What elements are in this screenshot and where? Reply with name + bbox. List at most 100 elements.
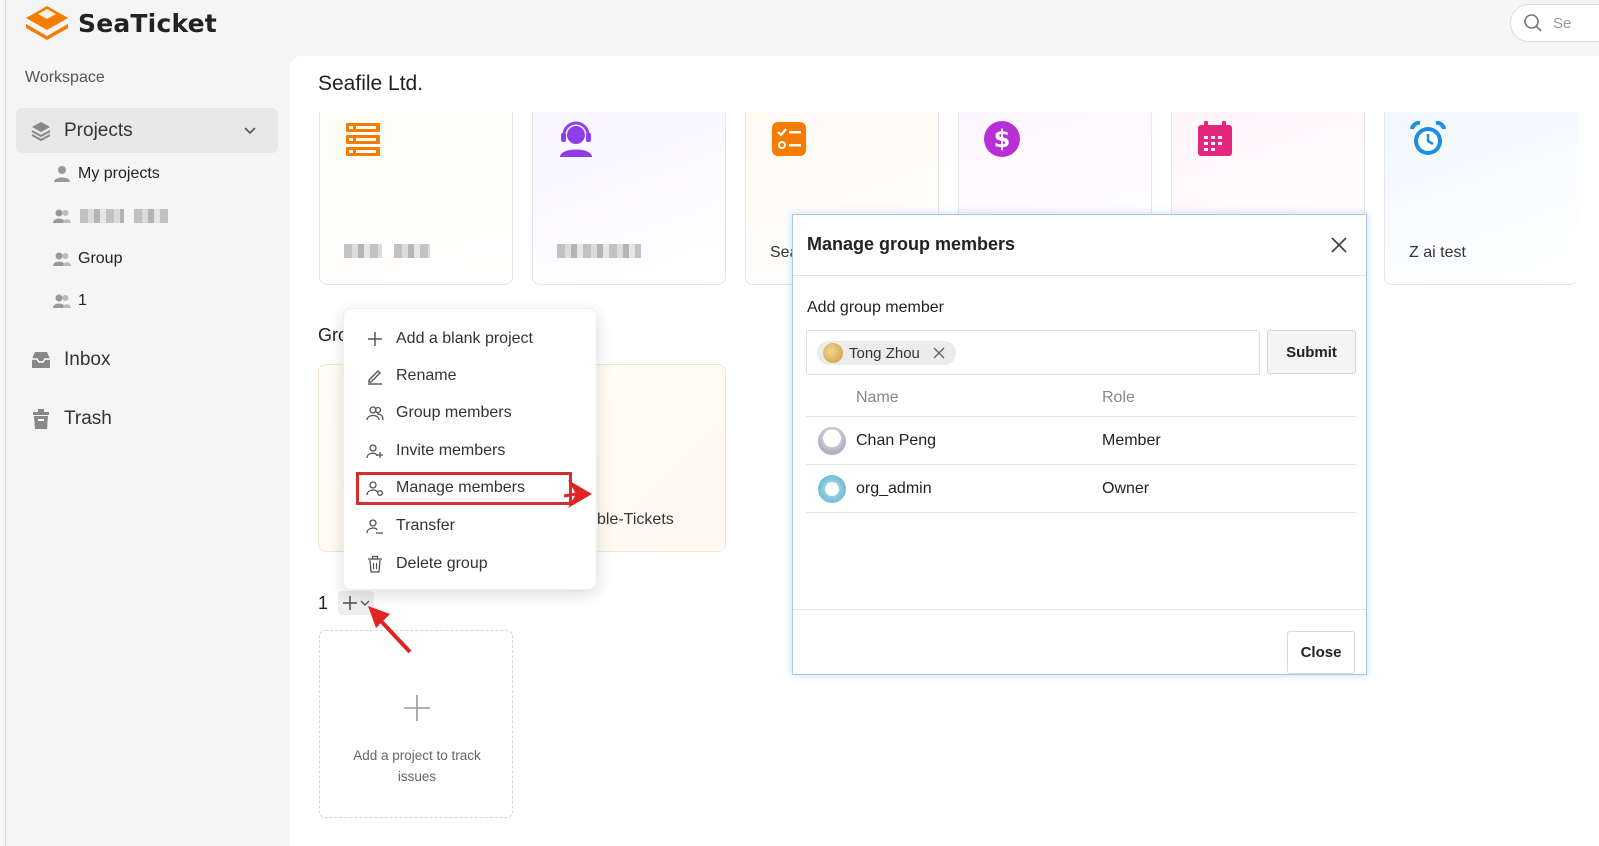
sidebar-item-trash[interactable]: Trash: [30, 403, 112, 435]
menu-item-rename[interactable]: Rename: [344, 360, 598, 392]
users-icon: [53, 294, 71, 308]
redacted-text: [394, 244, 431, 258]
pencil-icon: [368, 370, 382, 385]
menu-item-invite-members[interactable]: Invite members: [344, 435, 598, 467]
manage-group-members-dialog: Manage group members Add group member To…: [792, 214, 1367, 675]
annotation-arrow-icon: [368, 606, 412, 654]
sidebar-item-label: Group: [78, 250, 123, 267]
redacted-text: [134, 209, 168, 223]
sidebar-item-label: Inbox: [64, 349, 111, 370]
member-role: Owner: [1102, 480, 1150, 497]
avatar: [823, 343, 843, 363]
add-project-text: Add a project to track issues: [353, 748, 481, 784]
avatar: [818, 475, 846, 503]
menu-item-group-members[interactable]: Group members: [344, 397, 598, 429]
trash-icon: [33, 409, 49, 429]
sidebar-item-projects[interactable]: Projects: [16, 108, 278, 153]
search-input[interactable]: Se: [1510, 4, 1599, 42]
sidebar-item-group[interactable]: Group: [52, 244, 122, 274]
menu-item-label: Add a blank project: [396, 330, 533, 347]
chevron-down-icon[interactable]: [242, 122, 258, 138]
search-placeholder: Se: [1553, 14, 1572, 32]
plus-icon[interactable]: [341, 594, 359, 612]
plus-icon: [404, 695, 430, 721]
user-icon: [54, 166, 70, 182]
menu-item-delete-group[interactable]: Delete group: [344, 548, 598, 580]
selected-member-chip: Tong Zhou: [817, 341, 956, 365]
redacted-text: [344, 244, 382, 258]
search-icon: [1524, 14, 1542, 32]
project-card[interactable]: [532, 112, 726, 285]
top-header: SeaTicket Se: [0, 0, 1599, 56]
plus-icon: [368, 332, 382, 346]
table-row: Chan Peng Member: [806, 417, 1356, 465]
menu-item-add-blank-project[interactable]: Add a blank project: [344, 323, 598, 355]
menu-item-label: Rename: [396, 367, 457, 384]
svg-text:$: $: [994, 125, 1011, 153]
users-icon: [53, 252, 71, 266]
menu-item-label: Transfer: [396, 517, 455, 534]
dialog-header: Manage group members: [793, 215, 1366, 276]
dollar-icon: $: [984, 121, 1020, 157]
menu-item-label: Delete group: [396, 555, 488, 572]
users-icon: [366, 406, 384, 421]
user-transfer-icon: [366, 519, 383, 534]
column-header-name: Name: [856, 389, 899, 406]
sidebar-item-1[interactable]: 1: [52, 286, 87, 316]
menu-item-label: Invite members: [396, 442, 506, 459]
workspace-title: Workspace: [25, 69, 105, 86]
sidebar-item-label: Trash: [64, 408, 112, 429]
redacted-text: [80, 209, 124, 223]
menu-item-transfer[interactable]: Transfer: [344, 510, 598, 542]
group-context-menu: Add a blank project Rename Group members…: [343, 308, 597, 590]
member-role: Member: [1102, 432, 1161, 449]
layers-icon: [31, 121, 51, 141]
project-card-title: Z ai test: [1409, 244, 1466, 261]
inbox-icon: [32, 352, 50, 368]
table-row: org_admin Owner: [806, 465, 1356, 513]
add-member-label: Add group member: [807, 299, 944, 316]
page-title: Seafile Ltd.: [318, 72, 424, 95]
project-card-title: [344, 244, 431, 263]
sidebar-item-group-redacted[interactable]: [52, 201, 168, 231]
column-header-role: Role: [1102, 389, 1135, 406]
menu-item-label: Group members: [396, 404, 512, 421]
checklist-icon: [772, 122, 806, 156]
close-icon[interactable]: [1327, 233, 1351, 257]
headset-user-icon: [560, 121, 592, 157]
project-card[interactable]: [319, 112, 513, 285]
close-button[interactable]: Close: [1287, 631, 1355, 674]
group-section-title: 1: [318, 592, 329, 613]
sidebar-item-inbox[interactable]: Inbox: [30, 344, 110, 376]
sidebar-item-label: My projects: [78, 165, 160, 182]
dialog-title: Manage group members: [807, 234, 1016, 254]
member-name: org_admin: [856, 480, 932, 497]
sidebar-item-label: Projects: [64, 119, 133, 141]
redacted-text: [557, 244, 641, 258]
project-card[interactable]: Z ai test: [1384, 112, 1578, 285]
seaticket-logo-icon: [26, 6, 68, 40]
trash-icon: [368, 555, 382, 573]
annotation-arrow-icon: [563, 480, 592, 508]
members-table-header: Name Role: [806, 379, 1356, 417]
calendar-icon: [1198, 121, 1232, 156]
selected-member-name: Tong Zhou: [849, 344, 920, 362]
project-card-title: [557, 244, 641, 263]
server-list-icon: [346, 123, 380, 156]
sidebar-item-my-projects[interactable]: My projects: [52, 159, 160, 189]
users-icon: [53, 209, 71, 223]
sidebar: Workspace Projects My projects Group 1 I…: [0, 56, 290, 846]
app-name: SeaTicket: [78, 8, 217, 38]
alarm-clock-icon: [1410, 120, 1446, 155]
member-name: Chan Peng: [856, 432, 937, 449]
dialog-footer-divider: [793, 609, 1366, 610]
user-plus-icon: [366, 444, 383, 459]
remove-chip-icon[interactable]: [932, 346, 946, 360]
project-card-title: ble-Tickets: [597, 511, 674, 528]
app-logo[interactable]: SeaTicket: [24, 4, 217, 42]
member-select-input[interactable]: Tong Zhou: [806, 330, 1260, 375]
annotation-highlight-box: [356, 472, 572, 505]
sidebar-item-label: 1: [78, 292, 87, 309]
avatar: [818, 427, 846, 455]
submit-button[interactable]: Submit: [1267, 330, 1356, 374]
